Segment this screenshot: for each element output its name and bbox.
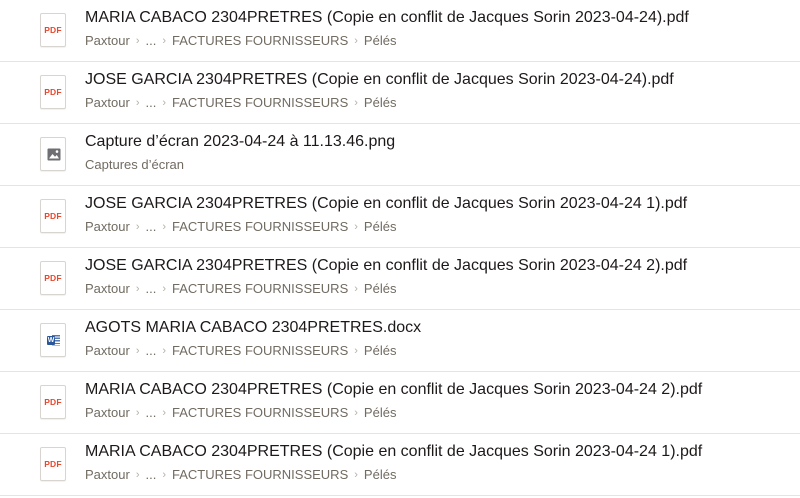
breadcrumb-segment[interactable]: Pélés — [364, 33, 397, 48]
file-row[interactable]: PDF JOSE GARCIA 2304PRETRES (Copie en con… — [0, 186, 800, 248]
file-row[interactable]: PDF MARIA CABACO 2304PRETRES (Copie en co… — [0, 434, 800, 496]
pdf-file-icon: PDF — [40, 385, 66, 419]
breadcrumb-segment[interactable]: Pélés — [364, 405, 397, 420]
breadcrumb-segment[interactable]: FACTURES FOURNISSEURS — [172, 405, 348, 420]
breadcrumb-segment[interactable]: Captures d’écran — [85, 157, 184, 172]
breadcrumb-segment[interactable]: Paxtour — [85, 281, 130, 296]
file-path-breadcrumb: Paxtour ›... › FACTURES FOURNISSEURS › Pélés — [85, 342, 396, 361]
search-results-list: PDF MARIA CABACO 2304PRETRES (Copie en co… — [0, 0, 800, 498]
pdf-icon-label: PDF — [44, 211, 62, 221]
breadcrumb-segment[interactable]: FACTURES FOURNISSEURS — [172, 343, 348, 358]
chevron-right-icon: › — [162, 469, 166, 481]
breadcrumb-segment[interactable]: FACTURES FOURNISSEURS — [172, 281, 348, 296]
chevron-right-icon: › — [162, 221, 166, 233]
breadcrumb-segment[interactable]: ... — [145, 219, 156, 234]
file-path-breadcrumb: Paxtour ›... › FACTURES FOURNISSEURS › Pélés — [85, 94, 396, 113]
breadcrumb-segment[interactable]: FACTURES FOURNISSEURS — [172, 467, 348, 482]
image-glyph — [47, 148, 61, 161]
pdf-file-icon: PDF — [40, 261, 66, 295]
file-name-link[interactable]: JOSE GARCIA 2304PRETRES (Copie en confli… — [85, 70, 674, 90]
chevron-right-icon: › — [135, 35, 140, 47]
breadcrumb-segment[interactable]: Paxtour — [85, 33, 130, 48]
chevron-right-icon: › — [135, 345, 140, 357]
breadcrumb-segment[interactable]: ... — [145, 281, 156, 296]
file-path-breadcrumb: Paxtour ›... › FACTURES FOURNISSEURS › Pélés — [85, 32, 396, 51]
pdf-icon-label: PDF — [44, 397, 62, 407]
chevron-right-icon: › — [354, 221, 358, 233]
pdf-file-icon: PDF — [40, 447, 66, 481]
breadcrumb-segment[interactable]: Paxtour — [85, 467, 130, 482]
chevron-right-icon: › — [354, 407, 358, 419]
file-name-link[interactable]: MARIA CABACO 2304PRETRES (Copie en confl… — [85, 380, 702, 400]
breadcrumb-segment[interactable]: Paxtour — [85, 219, 130, 234]
file-row[interactable]: PDF MARIA CABACO 2304PRETRES (Copie en co… — [0, 372, 800, 434]
file-path-breadcrumb: Paxtour ›... › FACTURES FOURNISSEURS › Pélés — [85, 218, 396, 237]
breadcrumb-segment[interactable]: ... — [145, 405, 156, 420]
word-glyph: W — [47, 334, 60, 347]
file-name-link[interactable]: MARIA CABACO 2304PRETRES (Copie en confl… — [85, 8, 689, 28]
chevron-right-icon: › — [162, 283, 166, 295]
chevron-right-icon: › — [162, 35, 166, 47]
file-row[interactable]: PDF JOSE GARCIA 2304PRETRES (Copie en con… — [0, 248, 800, 310]
file-row[interactable]: PDF MARIA CABACO 2304PRETRES (Copie en co… — [0, 0, 800, 62]
chevron-right-icon: › — [162, 407, 166, 419]
chevron-right-icon: › — [354, 283, 358, 295]
file-path-breadcrumb: Paxtour ›... › FACTURES FOURNISSEURS › Pélés — [85, 404, 396, 423]
breadcrumb-segment[interactable]: Pélés — [364, 467, 397, 482]
pdf-file-icon: PDF — [40, 199, 66, 233]
file-path-breadcrumb: Captures d’écran — [85, 156, 184, 174]
breadcrumb-segment[interactable]: FACTURES FOURNISSEURS — [172, 219, 348, 234]
file-row[interactable]: Capture d’écran 2023-04-24 à 11.13.46.pn… — [0, 124, 800, 186]
chevron-right-icon: › — [162, 97, 166, 109]
chevron-right-icon: › — [135, 97, 140, 109]
image-file-icon — [40, 137, 66, 171]
chevron-right-icon: › — [135, 407, 140, 419]
breadcrumb-segment[interactable]: ... — [145, 95, 156, 110]
chevron-right-icon: › — [354, 97, 358, 109]
breadcrumb-segment[interactable]: Pélés — [364, 281, 397, 296]
chevron-right-icon: › — [135, 283, 140, 295]
chevron-right-icon: › — [135, 221, 140, 233]
pdf-file-icon: PDF — [40, 13, 66, 47]
chevron-right-icon: › — [354, 469, 358, 481]
file-path-breadcrumb: Paxtour ›... › FACTURES FOURNISSEURS › Pélés — [85, 466, 396, 485]
file-path-breadcrumb: Paxtour ›... › FACTURES FOURNISSEURS › Pélés — [85, 280, 396, 299]
chevron-right-icon: › — [354, 345, 358, 357]
file-name-link[interactable]: JOSE GARCIA 2304PRETRES (Copie en confli… — [85, 256, 687, 276]
pdf-icon-label: PDF — [44, 459, 62, 469]
breadcrumb-segment[interactable]: FACTURES FOURNISSEURS — [172, 33, 348, 48]
pdf-icon-label: PDF — [44, 87, 62, 97]
breadcrumb-segment[interactable]: Pélés — [364, 219, 397, 234]
pdf-icon-label: PDF — [44, 25, 62, 35]
pdf-file-icon: PDF — [40, 75, 66, 109]
breadcrumb-segment[interactable]: Pélés — [364, 95, 397, 110]
file-row[interactable]: W AGOTS MARIA CABACO 2304PRETRES.docx Paxt… — [0, 310, 800, 372]
breadcrumb-segment[interactable]: Paxtour — [85, 405, 130, 420]
chevron-right-icon: › — [135, 469, 140, 481]
file-row[interactable]: PDF JOSE GARCIA 2304PRETRES (Copie en con… — [0, 62, 800, 124]
file-name-link[interactable]: JOSE GARCIA 2304PRETRES (Copie en confli… — [85, 194, 687, 214]
word-file-icon: W — [40, 323, 66, 357]
pdf-icon-label: PDF — [44, 273, 62, 283]
chevron-right-icon: › — [162, 345, 166, 357]
breadcrumb-segment[interactable]: FACTURES FOURNISSEURS — [172, 95, 348, 110]
chevron-right-icon: › — [354, 35, 358, 47]
file-name-link[interactable]: MARIA CABACO 2304PRETRES (Copie en confl… — [85, 442, 702, 462]
breadcrumb-segment[interactable]: ... — [145, 33, 156, 48]
word-icon-letter: W — [47, 336, 55, 345]
breadcrumb-segment[interactable]: ... — [145, 467, 156, 482]
breadcrumb-segment[interactable]: ... — [145, 343, 156, 358]
breadcrumb-segment[interactable]: Paxtour — [85, 343, 130, 358]
breadcrumb-segment[interactable]: Pélés — [364, 343, 397, 358]
breadcrumb-segment[interactable]: Paxtour — [85, 95, 130, 110]
file-name-link[interactable]: Capture d’écran 2023-04-24 à 11.13.46.pn… — [85, 132, 395, 152]
file-name-link[interactable]: AGOTS MARIA CABACO 2304PRETRES.docx — [85, 318, 421, 338]
